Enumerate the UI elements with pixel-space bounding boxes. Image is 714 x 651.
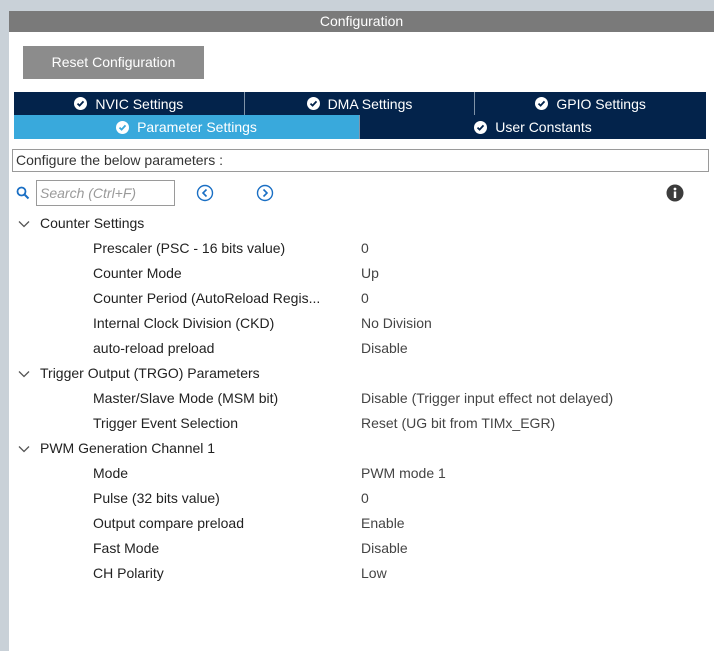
- tab-gpio-settings[interactable]: GPIO Settings: [475, 92, 706, 115]
- param-name: Counter Mode: [93, 265, 182, 281]
- param-name: auto-reload preload: [93, 340, 215, 356]
- param-value: Up: [361, 265, 379, 281]
- param-row[interactable]: Trigger Event Selection Reset (UG bit fro…: [9, 411, 714, 436]
- param-value: Disable (Trigger input effect not delaye…: [361, 390, 614, 406]
- tab-row-2: Parameter Settings User Constants: [14, 115, 706, 139]
- check-circle-icon: [474, 120, 488, 134]
- tab-nvic-settings[interactable]: NVIC Settings: [14, 92, 245, 115]
- group-label: Counter Settings: [40, 215, 145, 231]
- param-value: 0: [361, 490, 369, 506]
- param-name: Mode: [93, 465, 129, 481]
- param-row[interactable]: Fast Mode Disable: [9, 536, 714, 561]
- param-row[interactable]: Output compare preload Enable: [9, 511, 714, 536]
- search-previous-icon[interactable]: [196, 184, 214, 202]
- param-value: 0: [361, 290, 369, 306]
- param-name: CH Polarity: [93, 565, 164, 581]
- param-value: Disable: [361, 340, 408, 356]
- param-name: Counter Period (AutoReload Regis...: [93, 290, 321, 306]
- tab-parameter-settings[interactable]: Parameter Settings: [14, 115, 360, 139]
- search-bar: [15, 180, 705, 206]
- window-title: Configuration: [9, 11, 714, 32]
- param-name: Fast Mode: [93, 540, 160, 556]
- check-circle-icon: [116, 120, 130, 134]
- chevron-down-icon: [18, 446, 30, 453]
- group-label: PWM Generation Channel 1: [40, 440, 216, 456]
- tab-label: DMA Settings: [327, 95, 413, 112]
- search-next-icon[interactable]: [256, 184, 274, 202]
- tab-label: NVIC Settings: [95, 95, 184, 112]
- search-input[interactable]: [36, 180, 175, 206]
- param-name: Master/Slave Mode (MSM bit): [93, 390, 279, 406]
- param-value: PWM mode 1: [361, 465, 446, 481]
- tab-label: Parameter Settings: [137, 119, 257, 135]
- param-value: 0: [361, 240, 369, 256]
- param-value: No Division: [361, 315, 432, 331]
- param-row[interactable]: Master/Slave Mode (MSM bit) Disable (Trig…: [9, 386, 714, 411]
- param-name: Pulse (32 bits value): [93, 490, 220, 506]
- param-name: Prescaler (PSC - 16 bits value): [93, 240, 286, 256]
- param-row[interactable]: Prescaler (PSC - 16 bits value) 0: [9, 236, 714, 261]
- param-row[interactable]: Internal Clock Division (CKD) No Division: [9, 311, 714, 336]
- tab-row-1: NVIC Settings DMA Settings GPIO Settings: [14, 92, 706, 115]
- param-name: Internal Clock Division (CKD): [93, 315, 275, 331]
- info-icon[interactable]: [666, 184, 684, 202]
- param-value: Enable: [361, 515, 405, 531]
- param-value: Low: [361, 565, 387, 581]
- configuration-panel: Configuration Reset Configuration NVIC S…: [9, 11, 714, 651]
- group-label: Trigger Output (TRGO) Parameters: [40, 365, 260, 381]
- reset-configuration-button[interactable]: Reset Configuration: [23, 46, 204, 79]
- param-row[interactable]: Counter Mode Up: [9, 261, 714, 286]
- param-name: Trigger Event Selection: [93, 415, 238, 431]
- param-name: Output compare preload: [93, 515, 244, 531]
- search-icon[interactable]: [16, 186, 30, 200]
- tab-label: GPIO Settings: [556, 95, 646, 112]
- chevron-down-icon: [18, 371, 30, 378]
- param-row[interactable]: Mode PWM mode 1: [9, 461, 714, 486]
- check-circle-icon: [306, 97, 320, 110]
- chevron-down-icon: [18, 221, 30, 228]
- tab-dma-settings[interactable]: DMA Settings: [244, 92, 476, 115]
- tab-label: User Constants: [495, 119, 592, 135]
- check-circle-icon: [535, 97, 549, 110]
- param-row[interactable]: CH Polarity Low: [9, 561, 714, 586]
- tab-user-constants[interactable]: User Constants: [360, 115, 706, 139]
- param-row[interactable]: auto-reload preload Disable: [9, 336, 714, 361]
- param-value: Reset (UG bit from TIMx_EGR): [361, 415, 556, 431]
- check-circle-icon: [74, 97, 88, 110]
- description-field: Configure the below parameters :: [12, 149, 709, 172]
- param-row[interactable]: Pulse (32 bits value) 0: [9, 486, 714, 511]
- param-row[interactable]: Counter Period (AutoReload Regis... 0: [9, 286, 714, 311]
- param-value: Disable: [361, 540, 408, 556]
